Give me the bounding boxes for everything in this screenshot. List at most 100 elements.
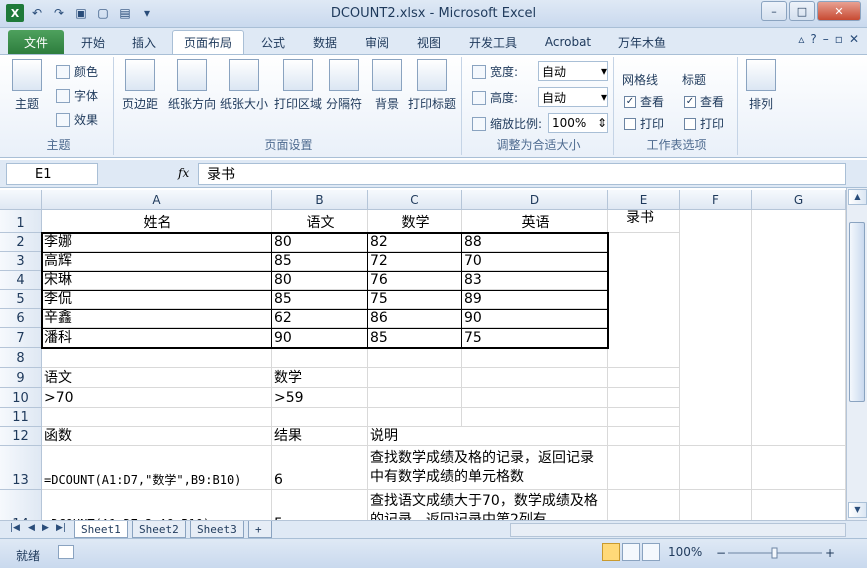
column-header-f[interactable]: F [680, 190, 752, 210]
print-area-button[interactable]: 打印区域 [274, 59, 322, 112]
theme-fonts-button[interactable]: 字体 [56, 87, 98, 104]
cell-e1[interactable]: 录书 [608, 210, 680, 233]
cell-c8[interactable] [368, 348, 462, 368]
tab-page-layout[interactable]: 页面布局 [172, 30, 244, 54]
cell-b6[interactable]: 62 [272, 309, 368, 328]
zoom-slider[interactable]: − + [716, 546, 836, 560]
next-sheet-icon[interactable]: ▶ [42, 523, 49, 533]
cell-c10[interactable] [368, 388, 462, 408]
first-sheet-icon[interactable]: |◀ [10, 523, 20, 533]
zoom-level[interactable]: 100% [668, 545, 702, 559]
close-workbook-icon[interactable]: ✕ [849, 32, 859, 46]
cell-b12[interactable]: 结果 [272, 427, 368, 446]
theme-colors-button[interactable]: 颜色 [56, 63, 98, 80]
row-header-1[interactable]: 1 [0, 210, 42, 233]
cell-d8[interactable] [462, 348, 608, 368]
cell-d3[interactable]: 70 [462, 252, 608, 271]
cell-c11[interactable] [368, 408, 462, 427]
cell-e10[interactable] [608, 388, 680, 408]
tab-view[interactable]: 视图 [406, 30, 452, 54]
sheet-tab-sheet1[interactable]: Sheet1 [74, 521, 128, 538]
cell-b2[interactable]: 80 [272, 233, 368, 252]
scroll-thumb[interactable] [849, 222, 865, 402]
column-header-a[interactable]: A [42, 190, 272, 210]
cell-d11[interactable] [462, 408, 608, 427]
cell-a9[interactable]: 语文 [42, 368, 272, 388]
cell-e14[interactable] [608, 490, 680, 520]
gridlines-print-checkbox[interactable]: 打印 [624, 115, 664, 132]
cell-b11[interactable] [272, 408, 368, 427]
cell-d7[interactable]: 75 [462, 328, 608, 348]
formula-input[interactable]: 录书 [198, 163, 846, 185]
cell-b8[interactable] [272, 348, 368, 368]
help-icon[interactable]: ? [810, 32, 816, 46]
margins-button[interactable]: 页边距 [122, 59, 158, 112]
cell-c6[interactable]: 86 [368, 309, 462, 328]
maximize-button[interactable]: □ [789, 1, 815, 21]
cell-b13[interactable]: 6 [272, 446, 368, 490]
cell-a1[interactable]: 姓名 [42, 210, 272, 233]
sheet-tab-sheet3[interactable]: Sheet3 [190, 521, 244, 538]
tab-wannian[interactable]: 万年木鱼 [608, 30, 676, 54]
insert-sheet-icon[interactable]: + [248, 521, 272, 538]
cell-c14[interactable]: 查找语文成绩大于70，数学成绩及格的记录，返回记录中第2列有 [368, 490, 608, 520]
minimize-button[interactable]: – [761, 1, 787, 21]
cell-a5[interactable]: 李侃 [42, 290, 272, 309]
cell-b7[interactable]: 90 [272, 328, 368, 348]
scroll-up-icon[interactable]: ▲ [848, 189, 867, 205]
cell-c1[interactable]: 数学 [368, 210, 462, 233]
cell-b10[interactable]: >59 [272, 388, 368, 408]
cell-f13[interactable] [680, 446, 752, 490]
tab-home[interactable]: 开始 [70, 30, 116, 54]
row-header-6[interactable]: 6 [0, 309, 42, 328]
orientation-button[interactable]: 纸张方向 [168, 59, 216, 112]
column-header-g[interactable]: G [752, 190, 846, 210]
cell-d2[interactable]: 88 [462, 233, 608, 252]
row-header-11[interactable]: 11 [0, 408, 42, 427]
tab-review[interactable]: 审阅 [354, 30, 400, 54]
column-f-cells[interactable] [680, 210, 752, 446]
cell-c13[interactable]: 查找数学成绩及格的记录，返回记录中有数学成绩的单元格数 [368, 446, 608, 490]
cell-g14[interactable] [752, 490, 846, 520]
cell-d10[interactable] [462, 388, 608, 408]
cell-a6[interactable]: 辛鑫 [42, 309, 272, 328]
cell-a7[interactable]: 潘科 [42, 328, 272, 348]
row-header-13[interactable]: 13 [0, 446, 42, 490]
tab-acrobat[interactable]: Acrobat [534, 30, 602, 54]
row-header-7[interactable]: 7 [0, 328, 42, 348]
cell-d1[interactable]: 英语 [462, 210, 608, 233]
row-header-2[interactable]: 2 [0, 233, 42, 252]
row-header-12[interactable]: 12 [0, 427, 42, 446]
arrange-button[interactable]: 排列 [746, 59, 776, 112]
height-select[interactable]: 自动 ▾ [538, 87, 608, 107]
page-layout-view-icon[interactable] [622, 543, 640, 561]
collapse-ribbon-icon[interactable]: ▵ [798, 32, 804, 46]
size-button[interactable]: 纸张大小 [220, 59, 268, 112]
cell-e13[interactable] [608, 446, 680, 490]
cell-d4[interactable]: 83 [462, 271, 608, 290]
cell-a10[interactable]: >70 [42, 388, 272, 408]
cell-b4[interactable]: 80 [272, 271, 368, 290]
cell-a8[interactable] [42, 348, 272, 368]
cell-c7[interactable]: 85 [368, 328, 462, 348]
cell-c9[interactable] [368, 368, 462, 388]
row-header-10[interactable]: 10 [0, 388, 42, 408]
cell-b3[interactable]: 85 [272, 252, 368, 271]
cell-e9[interactable] [608, 368, 680, 388]
cell-b1[interactable]: 语文 [272, 210, 368, 233]
headings-print-checkbox[interactable]: 打印 [684, 115, 724, 132]
cell-e12[interactable] [608, 427, 680, 446]
cell-d6[interactable]: 90 [462, 309, 608, 328]
restore-window-icon[interactable]: ▫ [835, 32, 843, 46]
last-sheet-icon[interactable]: ▶| [56, 523, 66, 533]
row-header-5[interactable]: 5 [0, 290, 42, 309]
column-header-c[interactable]: C [368, 190, 462, 210]
scale-spinner[interactable]: 100% ⇕ [548, 113, 608, 133]
row-header-3[interactable]: 3 [0, 252, 42, 271]
cell-f12[interactable] [680, 427, 752, 446]
cell-a4[interactable]: 宋琳 [42, 271, 272, 290]
tab-data[interactable]: 数据 [302, 30, 348, 54]
select-all-corner[interactable] [0, 190, 42, 210]
macro-record-icon[interactable] [58, 545, 74, 559]
cell-c12[interactable]: 说明 [368, 427, 608, 446]
